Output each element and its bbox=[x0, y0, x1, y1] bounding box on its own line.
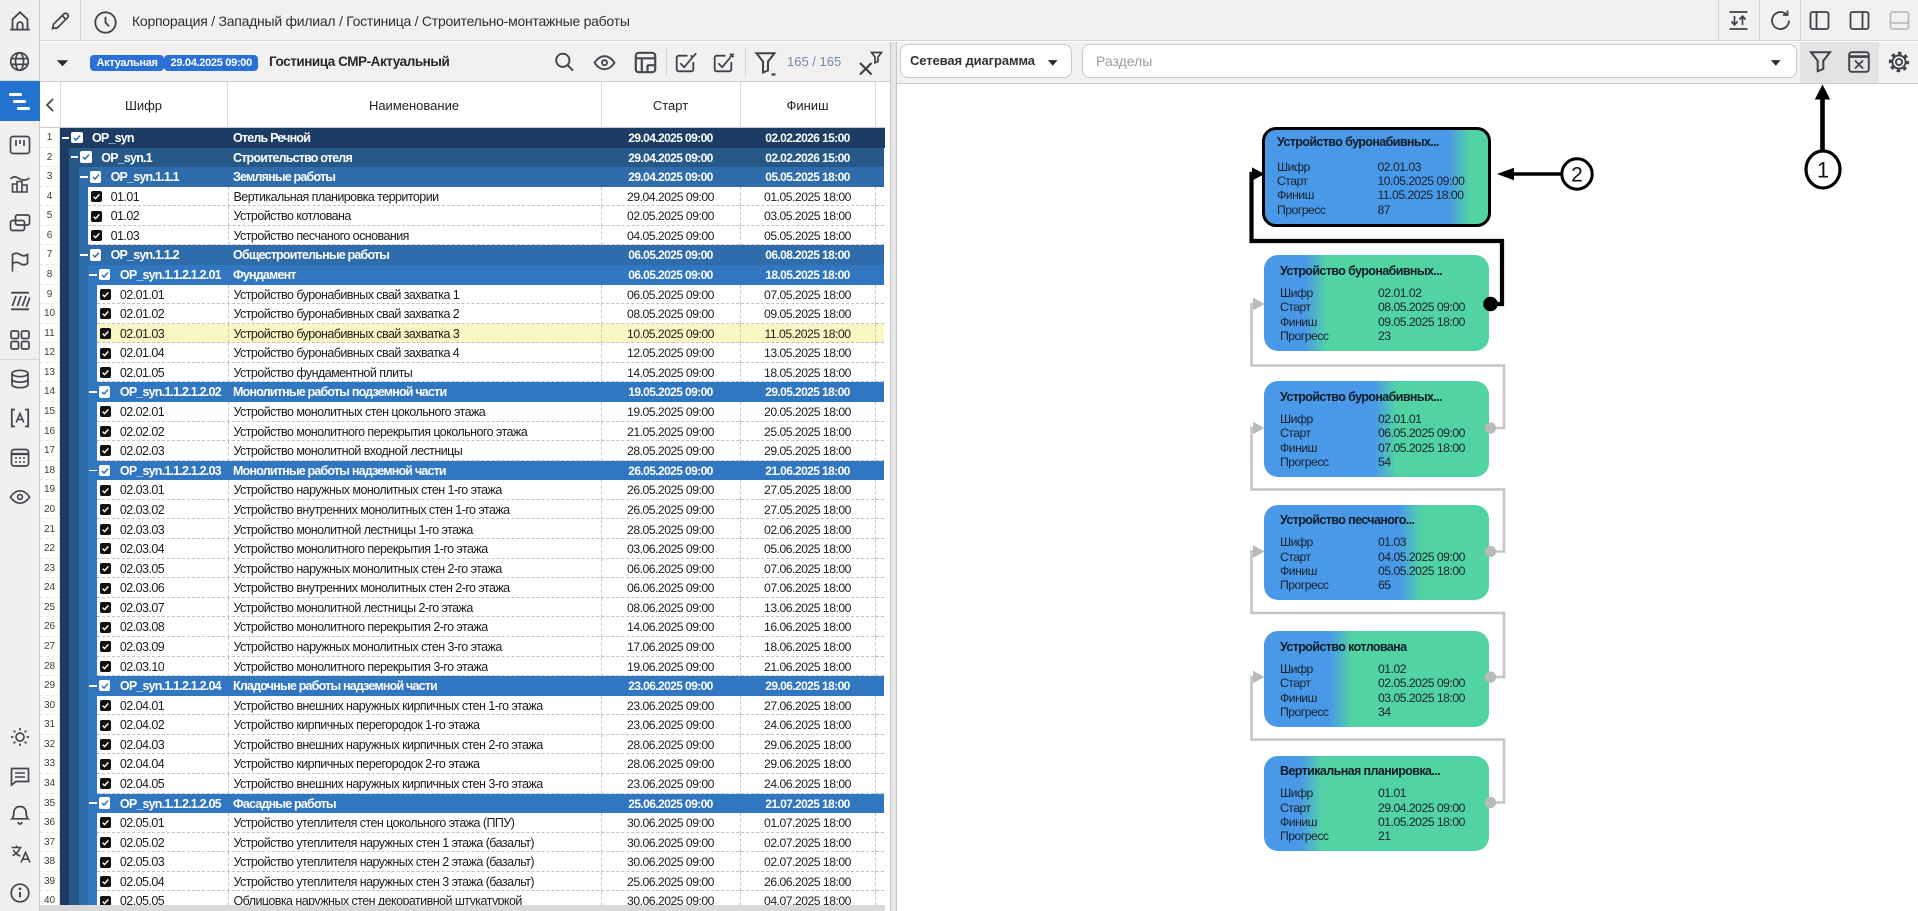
svg-text:1: 1 bbox=[1817, 158, 1829, 183]
svg-text:2: 2 bbox=[1571, 164, 1583, 187]
